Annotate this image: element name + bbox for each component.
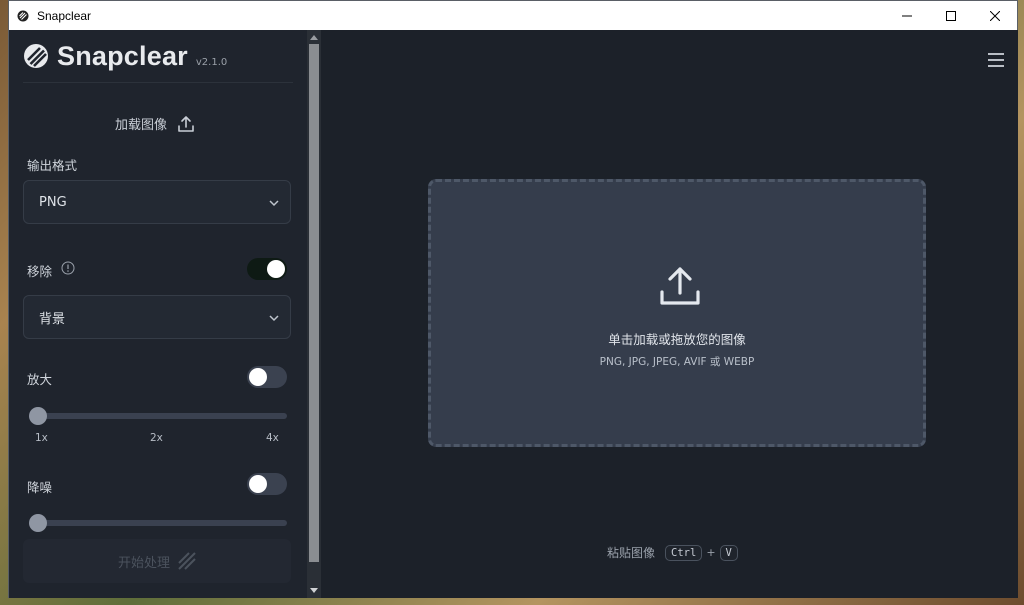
upscale-toggle[interactable] [247, 366, 287, 388]
main-area: 单击加载或拖放您的图像 PNG, JPG, JPEG, AVIF 或 WEBP … [321, 30, 1018, 598]
kbd-plus: + [706, 546, 716, 559]
process-button-label: 开始处理 [117, 555, 170, 571]
scroll-up-arrow[interactable] [310, 35, 318, 40]
load-image-label: 加载图像 [115, 118, 168, 133]
start-process-button[interactable]: 开始处理 [23, 539, 291, 583]
upscale-tick-1x: 1x [35, 432, 48, 444]
info-icon[interactable] [61, 261, 75, 275]
brand: Snapclear v2.1.0 [23, 41, 227, 71]
toggle-knob [249, 368, 267, 386]
denoise-toggle[interactable] [247, 473, 287, 495]
denoise-slider[interactable] [37, 520, 287, 526]
minimize-icon [902, 15, 912, 16]
title-bar[interactable]: Snapclear [9, 1, 1017, 30]
output-format-label: 输出格式 [27, 158, 78, 173]
hamburger-menu-icon[interactable] [986, 50, 1006, 70]
remove-target-value: 背景 [39, 311, 66, 327]
chevron-down-icon [269, 315, 279, 322]
remove-label: 移除 [27, 264, 53, 279]
maximize-icon [946, 10, 956, 21]
scroll-down-arrow[interactable] [310, 588, 318, 593]
upscale-slider-thumb[interactable] [29, 407, 47, 425]
process-stripes-icon [178, 552, 196, 570]
upload-icon [178, 115, 194, 132]
kbd-ctrl: Ctrl [665, 544, 703, 561]
scrollbar-thumb[interactable] [309, 44, 319, 562]
remove-target-select[interactable]: 背景 [23, 295, 291, 339]
toggle-knob [249, 475, 267, 493]
remove-toggle[interactable] [247, 258, 287, 280]
image-dropzone[interactable]: 单击加载或拖放您的图像 PNG, JPG, JPEG, AVIF 或 WEBP [428, 179, 926, 447]
window-title: Snapclear [37, 8, 92, 23]
paste-label: 粘贴图像 [607, 546, 656, 560]
maximize-button[interactable] [929, 1, 973, 30]
denoise-label: 降噪 [27, 480, 53, 495]
load-image-button[interactable]: 加载图像 [115, 114, 195, 133]
chevron-down-icon [269, 200, 279, 207]
output-format-value: PNG [39, 194, 67, 210]
app-icon [17, 10, 29, 22]
close-button[interactable] [973, 1, 1017, 30]
upscale-tick-2x: 2x [150, 432, 163, 444]
sidebar-scrollbar[interactable] [307, 30, 321, 598]
upscale-label: 放大 [27, 372, 53, 387]
upscale-slider[interactable] [37, 413, 287, 419]
denoise-slider-thumb[interactable] [29, 514, 47, 532]
dropzone-formats: PNG, JPG, JPEG, AVIF 或 WEBP [599, 356, 755, 368]
logo-icon [24, 44, 48, 68]
dropzone-title: 单击加载或拖放您的图像 [608, 332, 746, 347]
toggle-knob [267, 260, 285, 278]
upload-icon [660, 267, 700, 305]
upscale-tick-4x: 4x [266, 432, 279, 444]
divider [23, 82, 293, 83]
brand-name: Snapclear [57, 41, 188, 71]
version-label: v2.1.0 [195, 57, 228, 68]
app-window: Snapclear Snapclear v2.1.0 加载图像 输出格式 PNG… [8, 0, 1018, 598]
close-icon [990, 10, 1000, 21]
kbd-v: V [719, 544, 738, 561]
sidebar: Snapclear v2.1.0 加载图像 输出格式 PNG 移除 背景 放大 … [9, 30, 307, 598]
output-format-select[interactable]: PNG [23, 180, 291, 224]
paste-hint: 粘贴图像 Ctrl + V [607, 544, 742, 561]
minimize-button[interactable] [885, 1, 929, 30]
